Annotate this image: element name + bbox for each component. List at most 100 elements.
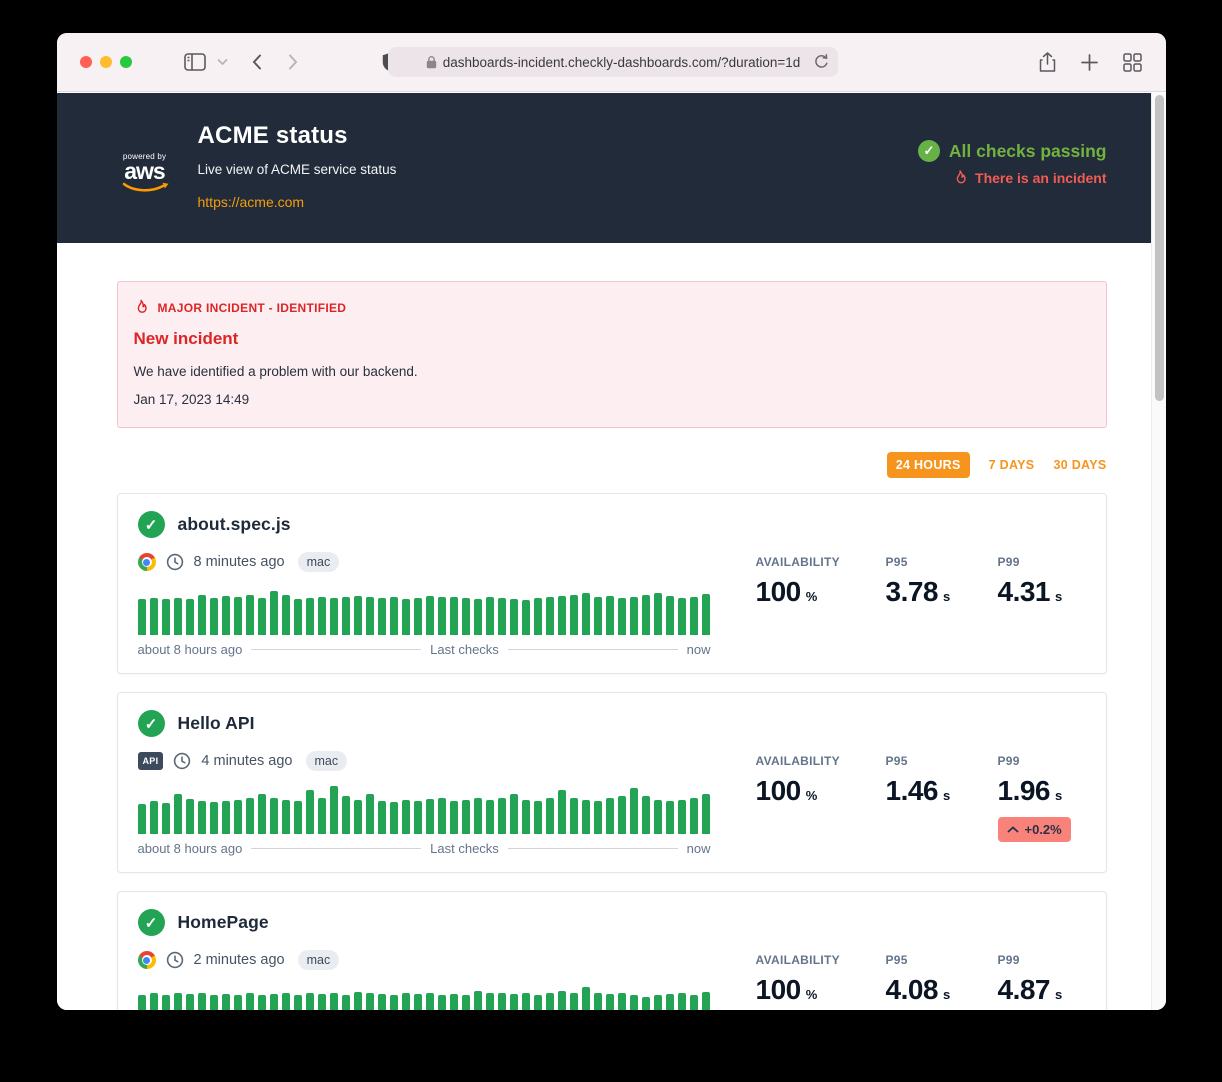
status-bar [234, 800, 242, 834]
p95-value: 3.78 [886, 576, 939, 608]
availability-value: 100 [756, 775, 801, 807]
axis-line [508, 848, 678, 849]
status-bar [510, 994, 518, 1010]
status-bar [198, 801, 206, 834]
status-bar [150, 993, 158, 1010]
tab-24-hours[interactable]: 24 HOURS [887, 452, 970, 478]
status-bar [654, 593, 662, 635]
status-bar [174, 794, 182, 834]
status-bar [498, 993, 506, 1010]
sidebar-icon[interactable] [184, 53, 206, 71]
p99-value: 4.87 [998, 974, 1051, 1006]
scrollbar-thumb[interactable] [1155, 95, 1164, 401]
status-bar [402, 800, 410, 834]
status-bar [618, 993, 626, 1010]
url-text: dashboards-incident.checkly-dashboards.c… [443, 55, 801, 70]
clock-icon [166, 553, 184, 571]
axis-start-label: about 8 hours ago [138, 642, 243, 657]
status-bar [534, 801, 542, 834]
share-icon[interactable] [1039, 52, 1056, 73]
status-bar [282, 595, 290, 635]
status-bar [138, 599, 146, 635]
status-bar [318, 597, 326, 635]
p99-value: 1.96 [998, 775, 1051, 807]
check-card-hello-api: ✓ Hello API API 4 minutes ago mac [117, 692, 1107, 873]
aws-logo-brand: aws [124, 161, 164, 182]
tab-7-days[interactable]: 7 DAYS [989, 452, 1035, 478]
trend-up-icon [1007, 826, 1019, 833]
chevron-down-icon[interactable] [217, 58, 228, 66]
check-card-homepage: ✓ HomePage 2 minutes ago mac [117, 891, 1107, 1010]
status-bar [390, 597, 398, 635]
status-bar [390, 802, 398, 834]
status-bar [174, 993, 182, 1010]
scrollbar[interactable] [1151, 93, 1166, 1010]
forward-icon[interactable] [288, 54, 298, 70]
lock-icon [426, 55, 437, 69]
status-bar [618, 796, 626, 834]
status-bar [210, 598, 218, 635]
p99-stat: P99 4.31s [998, 555, 1086, 657]
status-bar [282, 993, 290, 1010]
check-passing-icon: ✓ [138, 710, 165, 737]
status-bar [570, 993, 578, 1010]
check-name: HomePage [178, 912, 269, 933]
status-bar [690, 995, 698, 1010]
incident-title: New incident [134, 329, 1090, 349]
status-bar [162, 599, 170, 635]
status-bar [666, 994, 674, 1010]
status-bar [426, 799, 434, 834]
p95-value: 1.46 [886, 775, 939, 807]
acme-link[interactable]: https://acme.com [198, 194, 305, 210]
incident-severity-label: MAJOR INCIDENT - IDENTIFIED [158, 301, 347, 315]
incident-status: There is an incident [953, 169, 1106, 187]
status-bar [522, 993, 530, 1010]
tab-overview-icon[interactable] [1123, 53, 1142, 72]
status-bar [174, 598, 182, 635]
status-bar [258, 995, 266, 1010]
status-bar [210, 995, 218, 1010]
new-tab-icon[interactable] [1081, 54, 1098, 71]
axis-start-label: about 8 hours ago [138, 841, 243, 856]
status-bar [390, 995, 398, 1010]
status-bar [498, 798, 506, 834]
status-bar [606, 596, 614, 635]
location-badge: mac [298, 950, 340, 970]
status-bar [222, 801, 230, 834]
close-window-button[interactable] [80, 56, 92, 68]
status-bar [582, 593, 590, 635]
status-bar [330, 993, 338, 1010]
p99-stat: P99 4.87s −0.2% [998, 953, 1086, 1010]
aws-smile-icon [121, 182, 169, 195]
status-bar [666, 801, 674, 834]
status-bar [534, 995, 542, 1010]
status-bar [582, 800, 590, 834]
status-bar [414, 598, 422, 635]
status-bars-chart [138, 985, 711, 1010]
address-bar[interactable]: dashboards-incident.checkly-dashboards.c… [388, 47, 838, 77]
back-icon[interactable] [252, 54, 262, 70]
minimize-window-button[interactable] [100, 56, 112, 68]
clock-icon [166, 951, 184, 969]
p95-stat: P95 1.46s [886, 754, 998, 856]
status-bar [582, 987, 590, 1010]
status-bar [306, 790, 314, 834]
status-bar [450, 994, 458, 1010]
status-bar [270, 591, 278, 635]
status-bar [354, 800, 362, 834]
chrome-browser-icon [138, 553, 156, 571]
status-bar [186, 599, 194, 635]
status-bar [594, 801, 602, 834]
status-bar [210, 802, 218, 834]
last-run-time: 8 minutes ago [194, 554, 285, 570]
reload-icon[interactable] [814, 54, 829, 70]
page-subtitle: Live view of ACME service status [198, 162, 397, 177]
p95-value: 4.08 [886, 974, 939, 1006]
last-run-time: 2 minutes ago [194, 952, 285, 968]
status-bar [402, 599, 410, 635]
tab-30-days[interactable]: 30 DAYS [1053, 452, 1106, 478]
api-type-badge: API [138, 752, 164, 770]
incident-timestamp: Jan 17, 2023 14:49 [134, 392, 1090, 407]
p95-stat: P95 4.08s [886, 953, 998, 1010]
zoom-window-button[interactable] [120, 56, 132, 68]
